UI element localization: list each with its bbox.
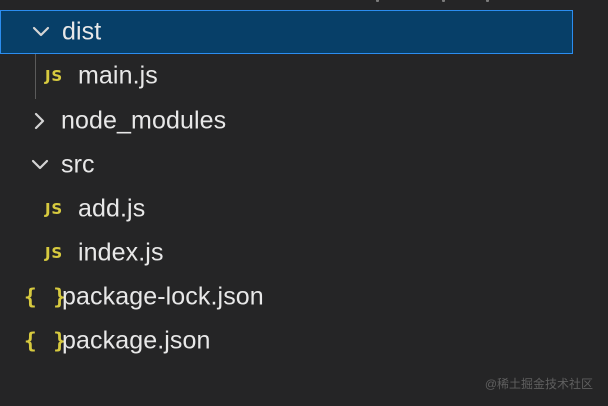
tree-item-label: dist [62,17,102,46]
tree-item-add-js[interactable]: JS add.js [0,187,608,231]
tree-item-label: package.json [62,326,211,355]
tree-item-label: add.js [78,194,146,223]
tree-item-label: index.js [78,238,164,267]
js-icon: JS [45,244,63,262]
chevron-down-icon [30,21,52,43]
tree-item-package-json[interactable]: { } package.json [0,319,608,363]
js-icon: JS [45,200,63,218]
tree-item-dist[interactable]: dist [0,10,573,54]
tree-item-label: main.js [78,61,158,90]
tree-item-label: node_modules [61,106,227,135]
tree-item-label: src [61,150,95,179]
tree-item-label: package-lock.json [62,282,264,311]
tree-item-package-lock-json[interactable]: { } package-lock.json [0,275,608,319]
chevron-down-icon [29,154,51,176]
watermark: @稀土掘金技术社区 [484,377,593,391]
tree-item-index-js[interactable]: JS index.js [0,231,608,275]
top-cropped-fragment [376,0,496,4]
tree-item-node-modules[interactable]: node_modules [0,99,608,143]
file-explorer: dist JS main.js node_modules src JS add.… [0,0,608,406]
tree-item-src[interactable]: src [0,143,608,187]
js-icon: JS [45,67,63,85]
chevron-right-icon [29,110,51,132]
tree-item-main-js[interactable]: JS main.js [0,54,608,98]
